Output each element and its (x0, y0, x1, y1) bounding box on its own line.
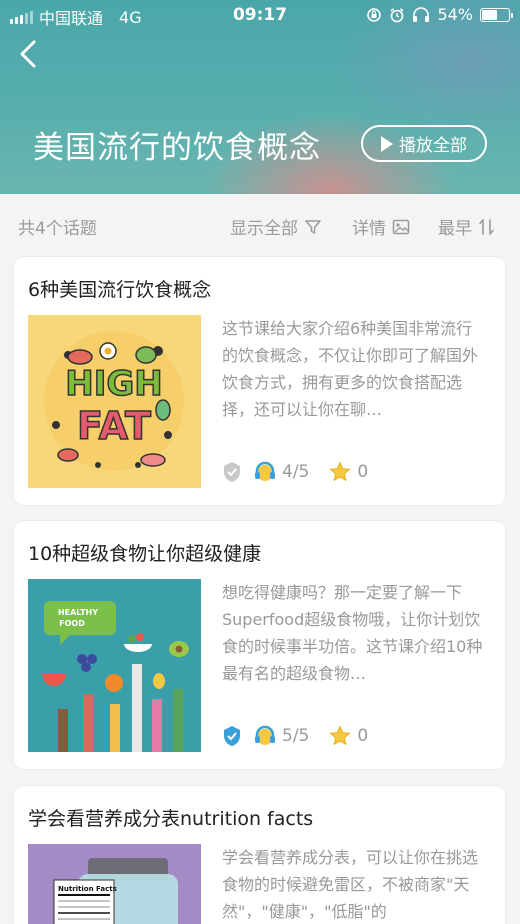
topic-card[interactable]: 学会看营养成分表nutrition facts Nutrition Facts … (14, 786, 505, 924)
topic-stats: 4/5 0 (222, 461, 388, 483)
completed-badge-icon (224, 726, 240, 746)
topic-card[interactable]: 6种美国流行饮食概念 HIGH FAT 这节课给大家介绍6种美国非常流行的饮食概… (14, 257, 505, 505)
play-all-label: 播放全部 (399, 136, 467, 156)
topic-thumbnail: Nutrition Facts (28, 844, 201, 924)
topic-title: 学会看营养成分表nutrition facts (28, 808, 314, 830)
topic-title: 10种超级食物让你超级健康 (28, 543, 262, 565)
star-count: 0 (357, 462, 369, 482)
completed-badge-icon (224, 462, 240, 482)
battery-percent: 54% (437, 5, 473, 24)
svg-text:FAT: FAT (77, 404, 151, 448)
topic-thumbnail: HEALTHY FOOD (28, 579, 201, 752)
show-all-filter[interactable]: 显示全部 (230, 214, 322, 239)
status-bar: 中国联通 4G 09:17 54% (0, 0, 520, 30)
page-title: 美国流行的饮食概念 (33, 130, 321, 166)
topic-thumbnail: HIGH FAT (28, 315, 201, 488)
alarm-icon (390, 7, 404, 22)
star-icon (329, 461, 352, 482)
play-icon (381, 135, 393, 152)
topic-description: 想吃得健康吗？那一定要了解一下Superfood超级食物哦，让你计划饮食的时候事… (222, 583, 483, 683)
thumbnail-caption: Nutrition Facts (58, 885, 117, 893)
headphones-icon (255, 725, 275, 745)
filter-icon (305, 219, 321, 234)
image-icon (392, 219, 410, 234)
show-all-label: 显示全部 (230, 219, 298, 239)
sort-icon (479, 218, 494, 235)
details-toggle[interactable]: 详情 (352, 214, 410, 239)
details-label: 详情 (352, 219, 386, 239)
headphones-icon (413, 6, 430, 22)
svg-text:HIGH: HIGH (65, 364, 162, 404)
svg-text:FOOD: FOOD (59, 619, 85, 628)
back-arrow-icon[interactable] (14, 36, 44, 72)
sort-label: 最早 (438, 219, 472, 239)
header-banner: 中国联通 4G 09:17 54% 美国流行的饮食概念 播放全部 (0, 0, 520, 194)
topic-card[interactable]: 10种超级食物让你超级健康 HEALTHY FOOD 想吃得健康吗？那一定要了解… (14, 521, 505, 769)
play-all-button[interactable]: 播放全部 (361, 125, 487, 162)
topic-description: 学会看营养成分表，可以让你在挑选食物的时候避免雷区，不被商家"天然"，"健康"，… (222, 848, 479, 921)
star-icon (329, 725, 352, 746)
topic-count: 共4个话题 (18, 219, 97, 239)
topic-title: 6种美国流行饮食概念 (28, 279, 212, 301)
headphones-icon (255, 461, 275, 481)
topic-description: 这节课给大家介绍6种美国非常流行的饮食概念，不仅让你即可了解国外饮食方式，拥有更… (222, 319, 479, 419)
star-count: 0 (357, 726, 369, 746)
listen-rating: 5/5 (282, 726, 310, 746)
svg-text:HEALTHY: HEALTHY (58, 608, 98, 617)
orientation-lock-icon (367, 7, 382, 22)
sort-toggle[interactable]: 最早 (438, 214, 496, 239)
filter-bar: 共4个话题 显示全部 详情 最早 (0, 194, 520, 254)
battery-icon (480, 7, 513, 22)
topic-stats: 5/5 0 (222, 725, 388, 747)
listen-rating: 4/5 (282, 462, 310, 482)
